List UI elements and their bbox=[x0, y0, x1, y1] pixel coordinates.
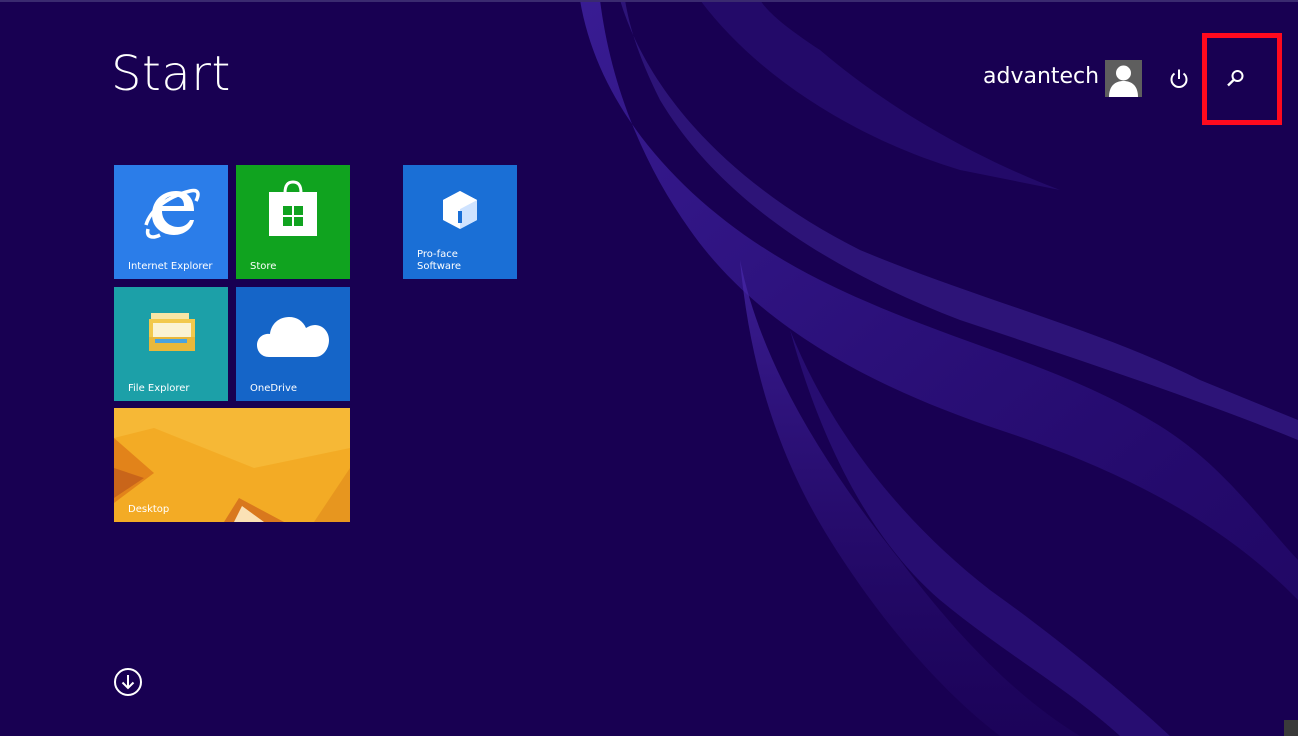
tile-internet-explorer[interactable]: Internet Explorer bbox=[114, 165, 228, 279]
user-name[interactable]: advantech bbox=[983, 66, 1099, 88]
onedrive-icon bbox=[257, 317, 329, 357]
power-button[interactable] bbox=[1164, 64, 1194, 94]
pro-face-software-icon bbox=[443, 191, 477, 229]
internet-explorer-icon bbox=[144, 188, 200, 239]
search-highlight-box bbox=[1202, 33, 1282, 125]
tile-desktop[interactable]: Desktop bbox=[114, 408, 350, 522]
tile-label: OneDrive bbox=[250, 383, 298, 394]
tile-pro-face-software[interactable]: Pro-face Software bbox=[403, 165, 517, 279]
top-border bbox=[0, 0, 1298, 2]
file-explorer-icon bbox=[149, 313, 195, 351]
tile-store[interactable]: Store bbox=[236, 165, 350, 279]
power-icon bbox=[1170, 69, 1188, 88]
tile-label: Internet Explorer bbox=[128, 261, 213, 272]
down-arrow-circle-icon bbox=[114, 668, 142, 696]
tile-label: Desktop bbox=[128, 504, 170, 515]
all-apps-button[interactable] bbox=[113, 667, 143, 697]
tile-onedrive[interactable]: OneDrive bbox=[236, 287, 350, 401]
user-avatar-icon[interactable] bbox=[1105, 60, 1142, 97]
store-icon bbox=[269, 180, 317, 236]
tile-label: Pro-face Software bbox=[417, 249, 462, 272]
page-title: Start bbox=[111, 46, 231, 102]
corner-scroll-handle bbox=[1284, 720, 1298, 736]
tile-file-explorer[interactable]: File Explorer bbox=[114, 287, 228, 401]
start-screen: Start advantech Internet Explorer Store … bbox=[0, 0, 1298, 736]
tile-label: Store bbox=[250, 261, 277, 272]
tile-label: File Explorer bbox=[128, 383, 190, 394]
